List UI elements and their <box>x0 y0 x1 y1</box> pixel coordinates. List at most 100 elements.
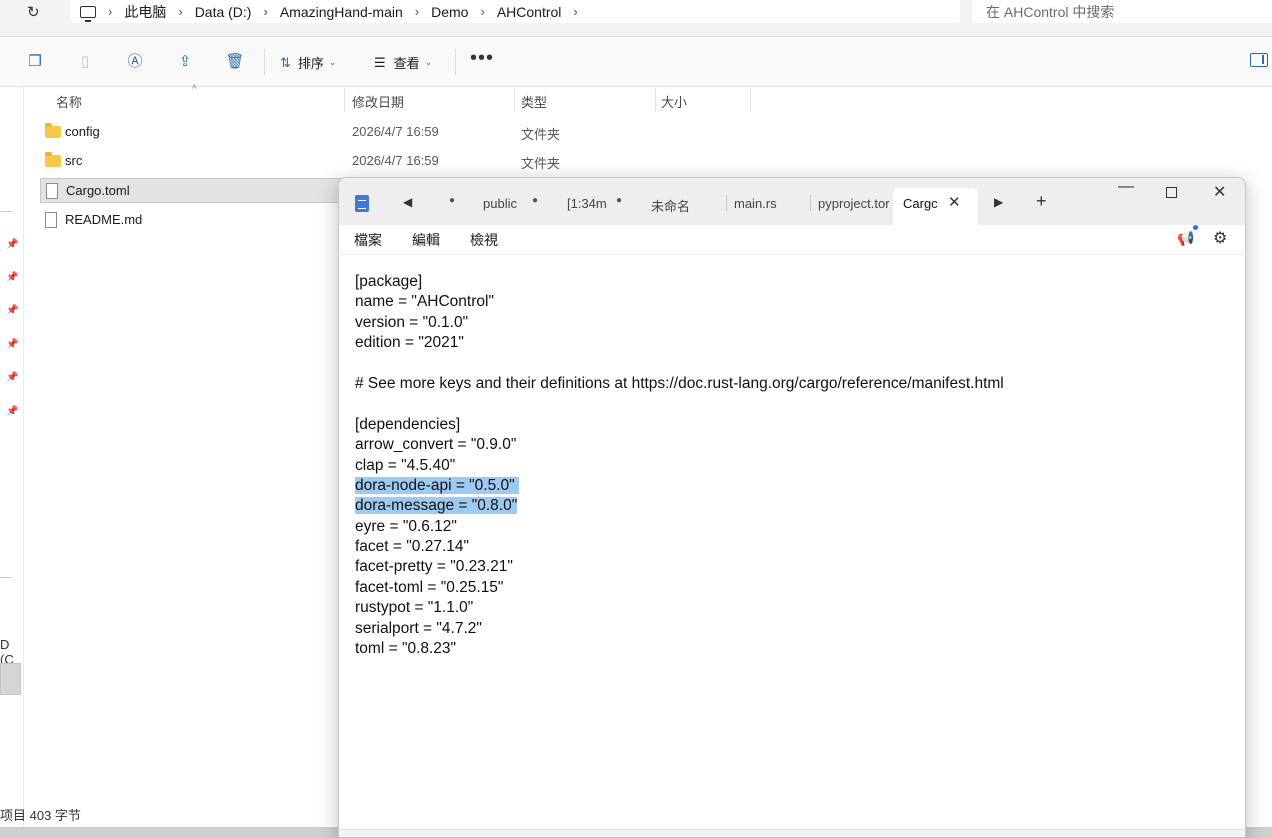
text-line[interactable]: dora-node-api = "0.5.0" <box>355 476 1235 496</box>
folder-icon <box>45 123 61 138</box>
share-icon[interactable]: ⇪ <box>175 52 195 72</box>
scroll-tabs-left-icon[interactable]: ◀ <box>403 195 412 209</box>
column-header-date[interactable]: 修改日期 <box>352 92 404 111</box>
column-header-type[interactable]: 类型 <box>521 92 547 111</box>
line-text: name = "AHControl" <box>355 293 494 311</box>
scroll-tabs-right-icon[interactable]: ▶ <box>994 195 1003 209</box>
breadcrumb[interactable]: › 此电脑 › Data (D:) › AmazingHand-main › D… <box>70 0 960 23</box>
file-row-config[interactable]: config 2026/4/7 16:59 文件夹 <box>40 120 750 145</box>
chevron-right-icon: › <box>178 4 183 19</box>
file-name: README.md <box>65 212 143 227</box>
breadcrumb-demo[interactable]: Demo <box>425 4 474 20</box>
tab-ansi[interactable]: [1:34m <box>567 196 607 211</box>
sort-label: 排序 <box>297 56 324 71</box>
unsaved-dot-icon: ● <box>532 195 539 206</box>
text-line[interactable]: arrow_convert = "0.9.0" <box>355 435 1235 455</box>
text-line[interactable] <box>355 394 1235 414</box>
pin-icon[interactable]: 📌 <box>6 372 18 383</box>
close-tab-icon[interactable]: ✕ <box>948 193 961 211</box>
file-name: config <box>65 124 100 139</box>
text-line[interactable]: toml = "0.8.23" <box>355 639 1235 659</box>
line-text: # See more keys and their definitions at… <box>355 374 1004 392</box>
paste-icon[interactable]: ▯ <box>75 52 95 72</box>
tab-public[interactable]: public <box>483 196 523 211</box>
column-divider[interactable] <box>514 88 515 112</box>
text-line[interactable]: facet = "0.27.14" <box>355 537 1235 557</box>
column-header-size[interactable]: 大小 <box>661 92 687 111</box>
nav-divider <box>0 577 12 578</box>
text-line[interactable]: facet-pretty = "0.23.21" <box>355 557 1235 577</box>
pin-icon[interactable]: 📌 <box>6 339 18 350</box>
pin-icon[interactable]: 📌 <box>6 272 18 283</box>
notification-dot <box>1193 225 1198 230</box>
tab-divider <box>810 195 811 211</box>
line-text: eyre = "0.6.12" <box>355 517 457 535</box>
copy-icon[interactable]: ❐ <box>25 52 45 72</box>
text-line[interactable]: clap = "4.5.40" <box>355 456 1235 476</box>
chevron-right-icon[interactable]: › <box>567 4 583 19</box>
column-divider[interactable] <box>655 88 656 112</box>
view-button[interactable]: ☰ 查看 ⌄ <box>374 53 432 72</box>
minimize-icon[interactable]: — <box>1118 178 1134 196</box>
file-name: src <box>65 153 83 168</box>
breadcrumb-data-d[interactable]: Data (D:) <box>189 4 258 20</box>
refresh-icon[interactable]: ↻ <box>27 3 40 21</box>
announcement-icon[interactable]: 📢 <box>1177 230 1194 247</box>
text-line[interactable]: version = "0.1.0" <box>355 313 1235 333</box>
gear-icon[interactable]: ⚙ <box>1213 228 1227 248</box>
notepad-window: ◀ ● public ● [1:34m ● 未命名 main.rs pyproj… <box>338 177 1246 838</box>
text-line[interactable]: # See more keys and their definitions at… <box>355 374 1235 394</box>
breadcrumb-this-pc[interactable]: 此电脑 <box>118 2 172 22</box>
nav-item-selected[interactable] <box>0 663 21 695</box>
search-input[interactable]: 在 AHControl 中搜索 <box>972 0 1272 23</box>
delete-icon[interactable]: 🗑 <box>225 52 245 72</box>
more-options-icon[interactable]: ••• <box>470 47 494 70</box>
menu-view[interactable]: 檢視 <box>470 230 498 250</box>
details-pane-icon[interactable] <box>1250 53 1268 67</box>
line-text: edition = "2021" <box>355 334 464 352</box>
text-line[interactable]: eyre = "0.6.12" <box>355 517 1235 537</box>
tab-pyproject[interactable]: pyproject.tor <box>818 196 890 211</box>
notepad-title-bar[interactable]: ◀ ● public ● [1:34m ● 未命名 main.rs pyproj… <box>339 178 1245 225</box>
tab-cargo-active[interactable]: Cargc ✕ <box>893 188 978 225</box>
text-line[interactable] <box>355 354 1235 374</box>
text-line[interactable]: [package] <box>355 272 1235 292</box>
text-line[interactable]: facet-toml = "0.25.15" <box>355 578 1235 598</box>
text-line[interactable]: edition = "2021" <box>355 333 1235 353</box>
new-tab-icon[interactable]: + <box>1036 191 1047 212</box>
text-line[interactable]: name = "AHControl" <box>355 292 1235 312</box>
menu-file[interactable]: 檔案 <box>354 230 382 250</box>
file-row-src[interactable]: src 2026/4/7 16:59 文件夹 <box>40 149 750 174</box>
sort-button[interactable]: ⇅ 排序 ⌄ <box>280 53 336 72</box>
breadcrumb-ahcontrol[interactable]: AHControl <box>491 4 568 20</box>
line-text: facet = "0.27.14" <box>355 538 469 556</box>
text-line[interactable]: dora-message = "0.8.0" <box>355 496 1235 516</box>
sort-icon: ⇅ <box>280 54 291 70</box>
pin-icon[interactable]: 📌 <box>6 305 18 316</box>
menu-edit[interactable]: 編輯 <box>412 230 440 250</box>
rename-icon[interactable]: Ⓐ <box>125 52 145 72</box>
text-line[interactable]: rustypot = "1.1.0" <box>355 598 1235 618</box>
file-name: Cargo.toml <box>66 183 130 198</box>
tab-untitled[interactable]: 未命名 <box>651 196 711 215</box>
line-text: clap = "4.5.40" <box>355 456 456 474</box>
breadcrumb-amazinghand-main[interactable]: AmazingHand-main <box>274 4 409 20</box>
pin-icon[interactable]: 📌 <box>6 239 18 250</box>
close-window-icon[interactable]: ✕ <box>1213 182 1226 202</box>
chevron-right-icon: › <box>108 4 113 19</box>
column-divider[interactable] <box>344 88 345 112</box>
notepad-status-bar <box>339 829 1245 837</box>
pin-icon[interactable]: 📌 <box>6 406 18 417</box>
explorer-status-bar: 项目 403 字节 <box>0 808 81 823</box>
navigation-pane: 📌 📌 📌 📌 📌 📌 D (C <box>0 87 24 827</box>
notepad-text-area[interactable]: [package] name = "AHControl" version = "0.… <box>355 272 1235 659</box>
nav-divider <box>0 211 12 212</box>
text-line[interactable]: [dependencies] <box>355 415 1235 435</box>
column-header-name[interactable]: 名称 <box>56 92 82 111</box>
maximize-icon[interactable] <box>1166 187 1177 198</box>
column-divider[interactable] <box>750 88 751 112</box>
view-label: 查看 <box>393 56 420 71</box>
tab-main-rs[interactable]: main.rs <box>734 196 794 211</box>
text-line[interactable]: serialport = "4.7.2" <box>355 619 1235 639</box>
computer-icon[interactable] <box>80 5 96 22</box>
